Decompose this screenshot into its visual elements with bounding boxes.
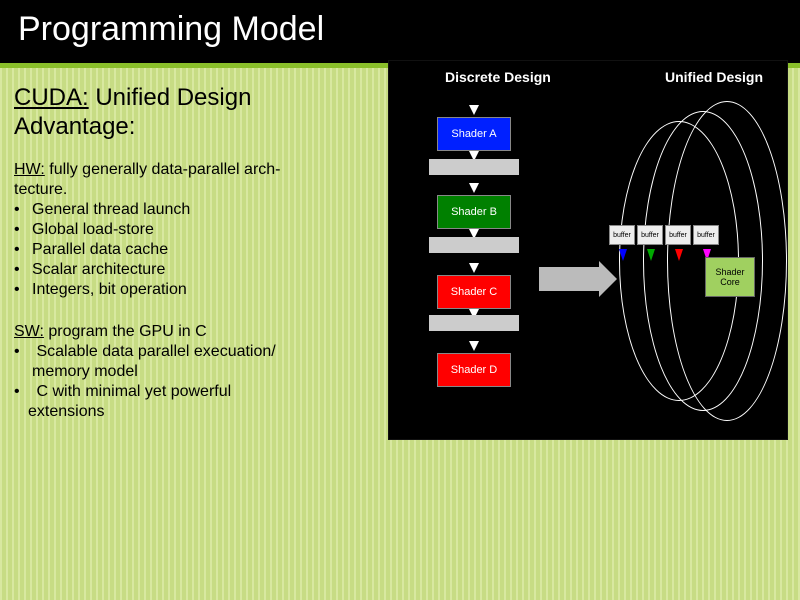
subtitle-unified: Unified Design [95, 84, 251, 111]
buffer-box: buffer [693, 225, 719, 245]
shader-b-box: Shader B [437, 195, 511, 229]
sw-bullet: Scalable data parallel execuation/ memor… [32, 342, 379, 382]
sw-desc: program the GPU in C [48, 323, 206, 340]
label-discrete: Discrete Design [445, 69, 551, 85]
shader-c-box: Shader C [437, 275, 511, 309]
arrow-down-icon [469, 183, 479, 193]
arrow-down-icon [647, 249, 655, 261]
sw-bullets: Scalable data parallel execuation/ memor… [14, 342, 379, 422]
hw-bullets: General thread launch Global load-store … [14, 200, 379, 300]
arrow-down-icon [619, 249, 627, 261]
arrow-down-icon [469, 341, 479, 351]
memory-box [429, 315, 519, 331]
buffer-box: buffer [609, 225, 635, 245]
sw-bullet-text: C with minimal yet powerful [36, 383, 231, 400]
hw-desc-2: tecture. [14, 181, 67, 198]
hw-bullet: Parallel data cache [32, 240, 379, 260]
diagram: Discrete Design Unified Design Shader A … [389, 61, 787, 439]
memory-box [429, 159, 519, 175]
sw-bullet-text: Scalable data parallel execuation/ [36, 343, 275, 360]
buffer-box: buffer [637, 225, 663, 245]
label-unified: Unified Design [665, 69, 763, 85]
hw-bullet: Scalar architecture [32, 260, 379, 280]
hw-desc-1: fully generally data-parallel arch- [49, 161, 280, 178]
subtitle-advantage: Advantage: [14, 113, 135, 140]
arrow-down-icon [675, 249, 683, 261]
left-column: CUDA: Unified Design Advantage: HW: full… [14, 84, 379, 444]
hw-bullet: Global load-store [32, 220, 379, 240]
hw-bullet: General thread launch [32, 200, 379, 220]
slide-title: Programming Model [0, 0, 800, 63]
sw-bullet-text: extensions [28, 403, 105, 420]
big-arrow-icon [539, 267, 599, 291]
shader-d-box: Shader D [437, 353, 511, 387]
sw-label: SW: [14, 323, 44, 340]
sw-bullet: C with minimal yet powerful extensions [32, 382, 379, 422]
hw-bullet: Integers, bit operation [32, 280, 379, 300]
diagram-panel: Discrete Design Unified Design Shader A … [388, 60, 788, 440]
arrow-down-icon [469, 105, 479, 115]
sw-section: SW: program the GPU in C Scalable data p… [14, 322, 379, 422]
buffer-row: buffer buffer buffer buffer [609, 225, 719, 245]
memory-box [429, 237, 519, 253]
subtitle-cuda: CUDA: [14, 84, 89, 111]
buffer-box: buffer [665, 225, 691, 245]
arrow-down-icon [469, 263, 479, 273]
sw-bullet-text: memory model [32, 363, 138, 380]
subtitle: CUDA: Unified Design Advantage: [14, 84, 379, 142]
shader-a-box: Shader A [437, 117, 511, 151]
shader-core-box: Shader Core [705, 257, 755, 297]
hw-label: HW: [14, 161, 45, 178]
slide: Programming Model CUDA: Unified Design A… [0, 0, 800, 600]
slide-content: CUDA: Unified Design Advantage: HW: full… [0, 68, 800, 444]
hw-section: HW: fully generally data-parallel arch- … [14, 160, 379, 300]
